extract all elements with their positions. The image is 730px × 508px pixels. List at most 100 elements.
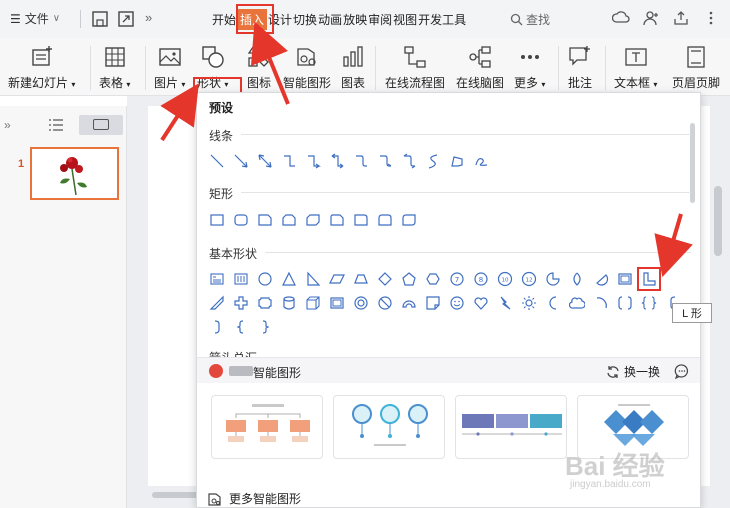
- smart-graphic-card[interactable]: [211, 395, 323, 459]
- chat-icon[interactable]: [674, 363, 690, 379]
- shape-parallelogram[interactable]: [325, 267, 349, 291]
- more-smart-graphics-button[interactable]: 更多智能图形: [207, 490, 301, 507]
- mindmap-button[interactable]: 在线脑图: [456, 40, 504, 91]
- shape-round-diagonal-rectangle[interactable]: [397, 208, 421, 232]
- shape-rectangle[interactable]: [205, 208, 229, 232]
- shape-double-bracket[interactable]: [613, 291, 637, 315]
- shape-lightning-bolt[interactable]: [493, 291, 517, 315]
- shape-heptagon[interactable]: 7: [445, 267, 469, 291]
- shape-dodecagon[interactable]: 12: [517, 267, 541, 291]
- outline-view-icon[interactable]: [48, 118, 64, 132]
- shape-diamond[interactable]: [373, 267, 397, 291]
- shape-folded-corner[interactable]: [421, 291, 445, 315]
- shape-diagonal-stripe[interactable]: [205, 291, 229, 315]
- shape-left-brace[interactable]: [229, 315, 253, 339]
- shape-arc[interactable]: [589, 291, 613, 315]
- shape-double-arrow-line[interactable]: [253, 149, 277, 173]
- shape-moon[interactable]: [541, 291, 565, 315]
- shape-round-same-side-rectangle[interactable]: [373, 208, 397, 232]
- table-button[interactable]: 表格 ▾: [99, 40, 130, 91]
- header-footer-button[interactable]: 页眉页脚: [672, 40, 720, 91]
- shape-snip-round-rectangle[interactable]: [325, 208, 349, 232]
- tab-view[interactable]: 视图: [393, 11, 417, 30]
- thumbnail-view-toggle[interactable]: [79, 115, 123, 135]
- shape-pie[interactable]: [541, 267, 565, 291]
- shape-plaque[interactable]: [253, 291, 277, 315]
- shape-teardrop[interactable]: [565, 267, 589, 291]
- shape-can[interactable]: [277, 291, 301, 315]
- chart-button[interactable]: 图表: [340, 40, 366, 91]
- shape-snip-diagonal-rectangle[interactable]: [301, 208, 325, 232]
- shape-sun[interactable]: [517, 291, 541, 315]
- comment-button[interactable]: 批注: [567, 40, 593, 91]
- tab-transitions[interactable]: 切换: [293, 11, 317, 30]
- shape-hexagon[interactable]: [421, 267, 445, 291]
- tab-slideshow[interactable]: 放映: [343, 11, 367, 30]
- cloud-sync-icon[interactable]: [612, 9, 630, 27]
- more-button[interactable]: 更多 ▾: [514, 40, 545, 91]
- new-slide-button[interactable]: 新建幻灯片 ▾: [8, 40, 75, 91]
- shape-text-box[interactable]: [205, 267, 229, 291]
- export-icon[interactable]: [116, 9, 136, 29]
- shape-arrow-line[interactable]: [229, 149, 253, 173]
- shape-donut[interactable]: [349, 291, 373, 315]
- shape-right-bracket[interactable]: [205, 315, 229, 339]
- shape-scribble[interactable]: [469, 149, 493, 173]
- shape-curved-double-arrow[interactable]: [397, 149, 421, 173]
- shape-elbow-double-arrow[interactable]: [325, 149, 349, 173]
- shape-snip-same-side-rectangle[interactable]: [277, 208, 301, 232]
- icons-button[interactable]: 图标: [246, 40, 272, 91]
- shape-elbow-arrow[interactable]: [301, 149, 325, 173]
- shape-trapezoid[interactable]: [349, 267, 373, 291]
- shape-cube[interactable]: [301, 291, 325, 315]
- slide-thumbnail[interactable]: [30, 147, 119, 200]
- shape-smiley-face[interactable]: [445, 291, 469, 315]
- shape-cross[interactable]: [229, 291, 253, 315]
- shape-right-brace[interactable]: [253, 315, 277, 339]
- shape-bevel[interactable]: [325, 291, 349, 315]
- shape-no-symbol[interactable]: [373, 291, 397, 315]
- shape-vertical-text-box[interactable]: [229, 267, 253, 291]
- shape-freeform[interactable]: [445, 149, 469, 173]
- tab-home[interactable]: 开始: [212, 11, 236, 30]
- shape-curve[interactable]: [421, 149, 445, 173]
- picture-button[interactable]: 图片 ▾: [154, 40, 185, 91]
- file-menu[interactable]: ☰ 文件 ∨: [10, 10, 60, 27]
- shape-double-brace[interactable]: [637, 291, 661, 315]
- textbox-button[interactable]: 文本框 ▾: [614, 40, 657, 91]
- shape-pentagon[interactable]: [397, 267, 421, 291]
- share-icon[interactable]: [672, 9, 690, 27]
- shape-octagon[interactable]: 8: [469, 267, 493, 291]
- shape-round-single-corner-rectangle[interactable]: [349, 208, 373, 232]
- more-options-icon[interactable]: [702, 9, 720, 27]
- collapse-panel-icon[interactable]: »: [4, 118, 11, 132]
- dropdown-scrollbar[interactable]: [690, 123, 695, 203]
- smart-art-button[interactable]: 智能图形: [283, 40, 331, 91]
- save-icon[interactable]: [90, 9, 110, 29]
- shape-rounded-rectangle[interactable]: [229, 208, 253, 232]
- shape-chord[interactable]: [589, 267, 613, 291]
- smart-graphic-card[interactable]: [333, 395, 445, 459]
- shape-heart[interactable]: [469, 291, 493, 315]
- shape-triangle[interactable]: [277, 267, 301, 291]
- vertical-scrollbar[interactable]: [714, 186, 722, 256]
- shape-elbow-connector[interactable]: [277, 149, 301, 173]
- flowchart-button[interactable]: 在线流程图: [385, 40, 445, 91]
- shape-block-arc[interactable]: [397, 291, 421, 315]
- shape-l-shape[interactable]: [637, 267, 661, 291]
- add-user-icon[interactable]: [642, 9, 660, 27]
- shape-curved-connector[interactable]: [349, 149, 373, 173]
- shape-right-triangle[interactable]: [301, 267, 325, 291]
- shape-decagon[interactable]: 10: [493, 267, 517, 291]
- shape-curved-arrow[interactable]: [373, 149, 397, 173]
- shape-oval[interactable]: [253, 267, 277, 291]
- shape-snip-corner-rectangle[interactable]: [253, 208, 277, 232]
- smart-graphic-card[interactable]: [455, 395, 567, 459]
- shape-cloud[interactable]: [565, 291, 589, 315]
- shape-line[interactable]: [205, 149, 229, 173]
- tab-animations[interactable]: 动画: [318, 11, 342, 30]
- more-quick-actions-icon[interactable]: »: [145, 10, 152, 25]
- tab-developer[interactable]: 开发工具: [418, 11, 466, 30]
- ribbon-search[interactable]: 查找: [510, 11, 550, 28]
- tab-review[interactable]: 审阅: [368, 11, 392, 30]
